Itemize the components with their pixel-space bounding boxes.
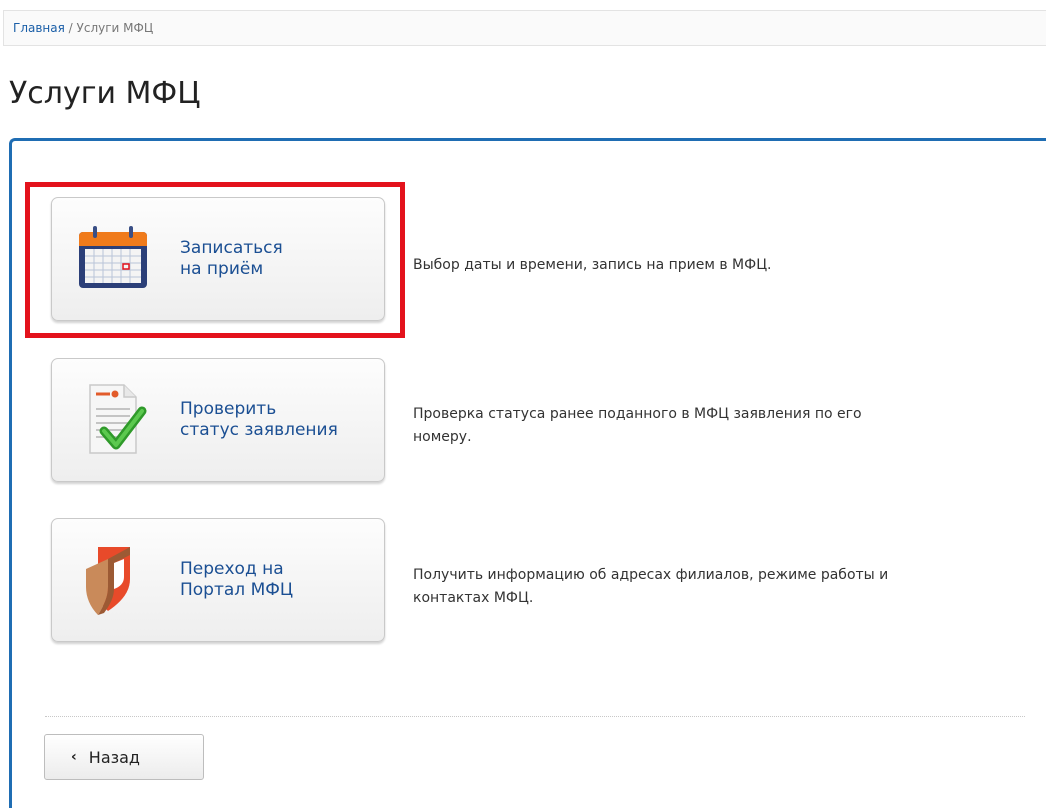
page-title: Услуги МФЦ — [9, 76, 201, 111]
check-status-label: Проверить статус заявления — [180, 399, 338, 440]
mfc-portal-button[interactable]: Переход на Портал МФЦ — [51, 518, 385, 642]
mfc-portal-label: Переход на Портал МФЦ — [180, 559, 294, 600]
back-button[interactable]: ‹ Назад — [44, 734, 204, 780]
mfc-logo-icon — [74, 541, 152, 619]
breadcrumb-separator: / — [68, 21, 73, 35]
breadcrumb-home-link[interactable]: Главная — [13, 21, 65, 35]
divider — [45, 716, 1025, 717]
book-appointment-button[interactable]: Записаться на приём — [51, 197, 385, 321]
check-status-description: Проверка статуса ранее поданного в МФЦ з… — [413, 406, 862, 445]
chevron-left-icon: ‹ — [71, 749, 77, 765]
book-appointment-label: Записаться на приём — [180, 238, 283, 279]
breadcrumb: Главная / Услуги МФЦ — [3, 10, 1046, 46]
document-check-icon — [74, 381, 152, 459]
back-button-label: Назад — [88, 747, 140, 767]
breadcrumb-current: Услуги МФЦ — [76, 21, 154, 35]
check-status-button[interactable]: Проверить статус заявления — [51, 358, 385, 482]
calendar-icon — [74, 220, 152, 298]
mfc-portal-description: Получить информацию об адресах филиалов,… — [413, 567, 889, 606]
book-appointment-description: Выбор даты и времени, запись на прием в … — [413, 257, 772, 273]
